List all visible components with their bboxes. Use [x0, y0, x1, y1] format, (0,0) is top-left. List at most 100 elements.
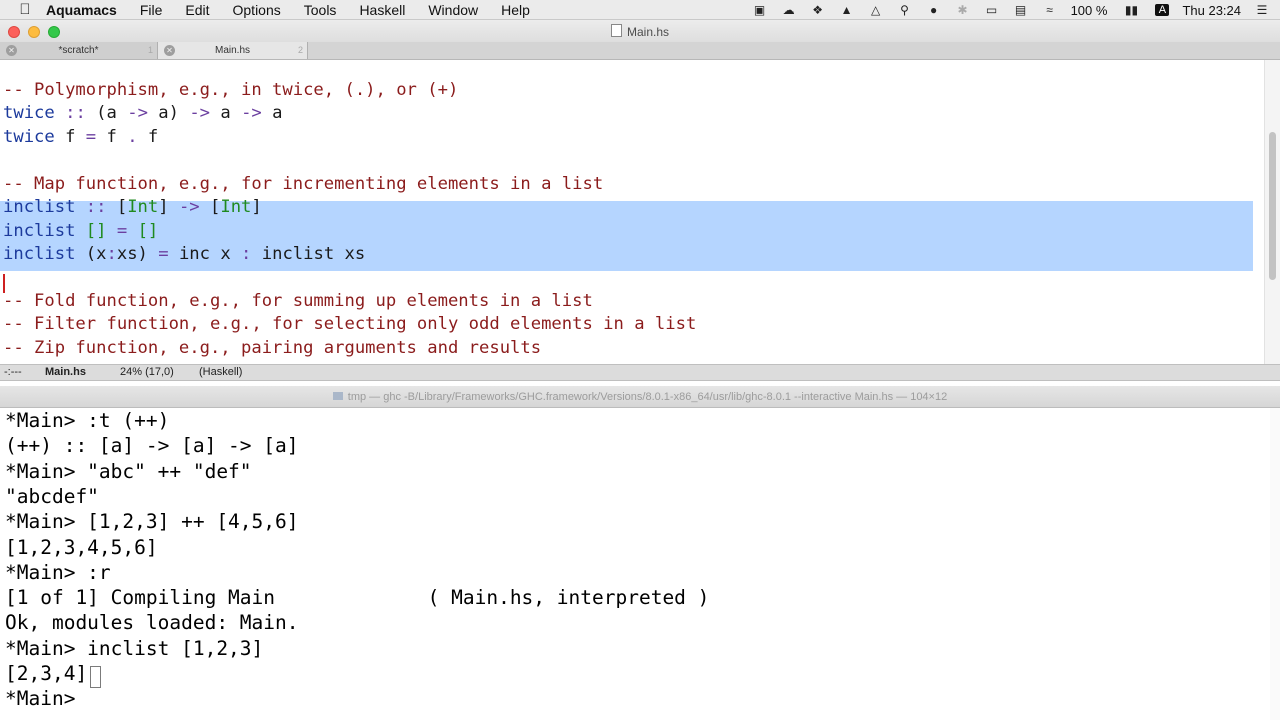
app-menu-aquamacs[interactable]: Aquamacs [46, 2, 117, 18]
terminal-title-text: tmp — ghc -B/Library/Frameworks/GHC.fram… [347, 391, 948, 403]
tab-index: 1 [147, 45, 153, 55]
code-editor[interactable]: -- Polymorphism, e.g., in twice, (.), or… [0, 60, 1264, 366]
tab-main-hs[interactable]: ✕ Main.hs 2 [158, 42, 308, 59]
code-token: f [54, 127, 86, 147]
code-token: :: [85, 197, 107, 217]
code-token: (x [75, 244, 107, 264]
code-token: -- Polymorphism, e.g., in twice, (.), or… [3, 80, 459, 100]
tab-scratch[interactable]: ✕ *scratch* 1 [0, 42, 158, 59]
terminal-scrollbar[interactable] [1270, 408, 1280, 720]
tab-label: Main.hs [214, 45, 250, 56]
code-line[interactable]: inclist [] = [] [3, 220, 158, 243]
dropbox-icon[interactable]: ❖ [810, 3, 826, 17]
menu-haskell[interactable]: Haskell [359, 2, 405, 18]
code-token: a [261, 103, 283, 123]
code-token: twice [3, 103, 55, 123]
code-line[interactable]: -- Filter function, e.g., for selecting … [3, 313, 696, 336]
text-cursor [3, 274, 5, 293]
wifi-icon[interactable]: ≈ [1042, 3, 1058, 17]
cursor-position: 24% (17,0) [120, 366, 174, 378]
search-icon[interactable]: ⚲ [897, 3, 913, 17]
code-token: = [158, 244, 169, 264]
memory-icon[interactable]: ▤ [1013, 3, 1029, 17]
mode-line: -:--- Main.hs 24% (17,0) (Haskell) [0, 364, 1280, 381]
globe-icon[interactable]: ● [926, 3, 942, 17]
menu-options[interactable]: Options [233, 2, 281, 18]
drive-icon[interactable]: △ [868, 3, 884, 17]
document-icon [610, 24, 622, 37]
code-token: Int [127, 197, 159, 217]
code-token: a [210, 103, 242, 123]
code-token: inclist [3, 244, 76, 264]
code-line[interactable]: inclist :: [Int] -> [Int] [3, 196, 262, 219]
code-line[interactable]: -- Fold function, e.g., for summing up e… [3, 290, 593, 313]
terminal-line: (++) :: [a] -> [a] -> [a] [5, 434, 299, 458]
code-token: ] [158, 197, 179, 217]
menu-edit[interactable]: Edit [185, 2, 209, 18]
code-token: inc x [168, 244, 242, 264]
code-token: -> [178, 197, 200, 217]
notification-center-icon[interactable]: ☰ [1254, 3, 1270, 17]
menu-bar:  Aquamacs File Edit Options Tools Haske… [0, 0, 1280, 20]
code-token: [ [106, 197, 128, 217]
clock[interactable]: Thu 23:24 [1182, 3, 1241, 18]
scrollbar-thumb[interactable] [1269, 132, 1276, 280]
editor-scrollbar[interactable] [1264, 60, 1280, 366]
terminal-titlebar: tmp — ghc -B/Library/Frameworks/GHC.fram… [0, 386, 1280, 408]
camera-icon[interactable]: ▣ [752, 3, 768, 17]
code-token: xs) [116, 244, 159, 264]
major-mode[interactable]: (Haskell) [199, 365, 242, 380]
buffer-name[interactable]: Main.hs [45, 365, 86, 380]
code-token: = [116, 221, 128, 241]
code-token: inclist [3, 197, 76, 217]
code-line[interactable]: -- Map function, e.g., for incrementing … [3, 173, 603, 196]
code-token: -- Zip function, e.g., pairing arguments… [3, 338, 542, 358]
code-line[interactable]: inclist (x:xs) = inc x : inclist xs [3, 243, 365, 266]
code-token: -- Fold function, e.g., for summing up e… [3, 291, 593, 311]
code-token: . [127, 127, 138, 147]
code-token: (a [85, 103, 128, 123]
code-token: ] [251, 197, 262, 217]
battery-percent[interactable]: 100 % [1071, 3, 1108, 18]
menu-window[interactable]: Window [428, 2, 478, 18]
terminal-line: *Main> "abc" ++ "def" [5, 459, 252, 483]
menu-tools[interactable]: Tools [304, 2, 337, 18]
cloud-sync-icon[interactable]: ☁ [781, 3, 797, 17]
terminal-output[interactable]: *Main> :t (++) (++) :: [a] -> [a] -> [a] *… [0, 408, 1270, 720]
terminal-cursor [90, 666, 101, 688]
input-source[interactable]: A [1155, 4, 1170, 16]
window-title: Main.hs [0, 24, 1280, 39]
menu-help[interactable]: Help [501, 2, 530, 18]
code-token: [] [85, 221, 107, 241]
battery-icon[interactable]: ▮▮ [1120, 3, 1142, 17]
airplay-icon[interactable]: ▭ [984, 3, 1000, 17]
code-line[interactable]: -- Polymorphism, e.g., in twice, (.), or… [3, 79, 458, 102]
code-line[interactable]: twice f = f . f [3, 126, 158, 149]
upload-icon[interactable]: ▲ [839, 3, 855, 17]
aquamacs-window: Main.hs ✕ *scratch* 1 ✕ Main.hs 2 -- Pol… [0, 20, 1280, 395]
terminal-line: *Main> inclist [1,2,3] [5, 636, 264, 660]
bluetooth-icon[interactable]: ✱ [955, 3, 971, 17]
terminal-line: [2,3,4] [5, 662, 88, 685]
folder-icon [332, 392, 343, 400]
buffer-status: -:--- [4, 366, 22, 378]
code-line[interactable]: -- Zip function, e.g., pairing arguments… [3, 337, 541, 360]
terminal-line: *Main> :r [5, 560, 111, 584]
window-title-text: Main.hs [626, 25, 670, 39]
code-token: Int [220, 197, 252, 217]
code-token: -- Filter function, e.g., for selecting … [3, 314, 697, 334]
terminal-line: Ok, modules loaded: Main. [5, 611, 299, 635]
app-menus: Aquamacs File Edit Options Tools Haskell… [46, 2, 553, 18]
terminal-line: [1,2,3,4,5,6] [5, 535, 158, 559]
code-token: -> [127, 103, 148, 123]
code-token: : [106, 244, 117, 264]
menu-file[interactable]: File [140, 2, 163, 18]
apple-menu-icon[interactable]:  [16, 1, 34, 18]
terminal-line: *Main> [5, 687, 88, 711]
code-token: a) [147, 103, 190, 123]
terminal-line: "abcdef" [5, 484, 99, 508]
code-line[interactable]: twice :: (a -> a) -> a -> a [3, 102, 282, 125]
